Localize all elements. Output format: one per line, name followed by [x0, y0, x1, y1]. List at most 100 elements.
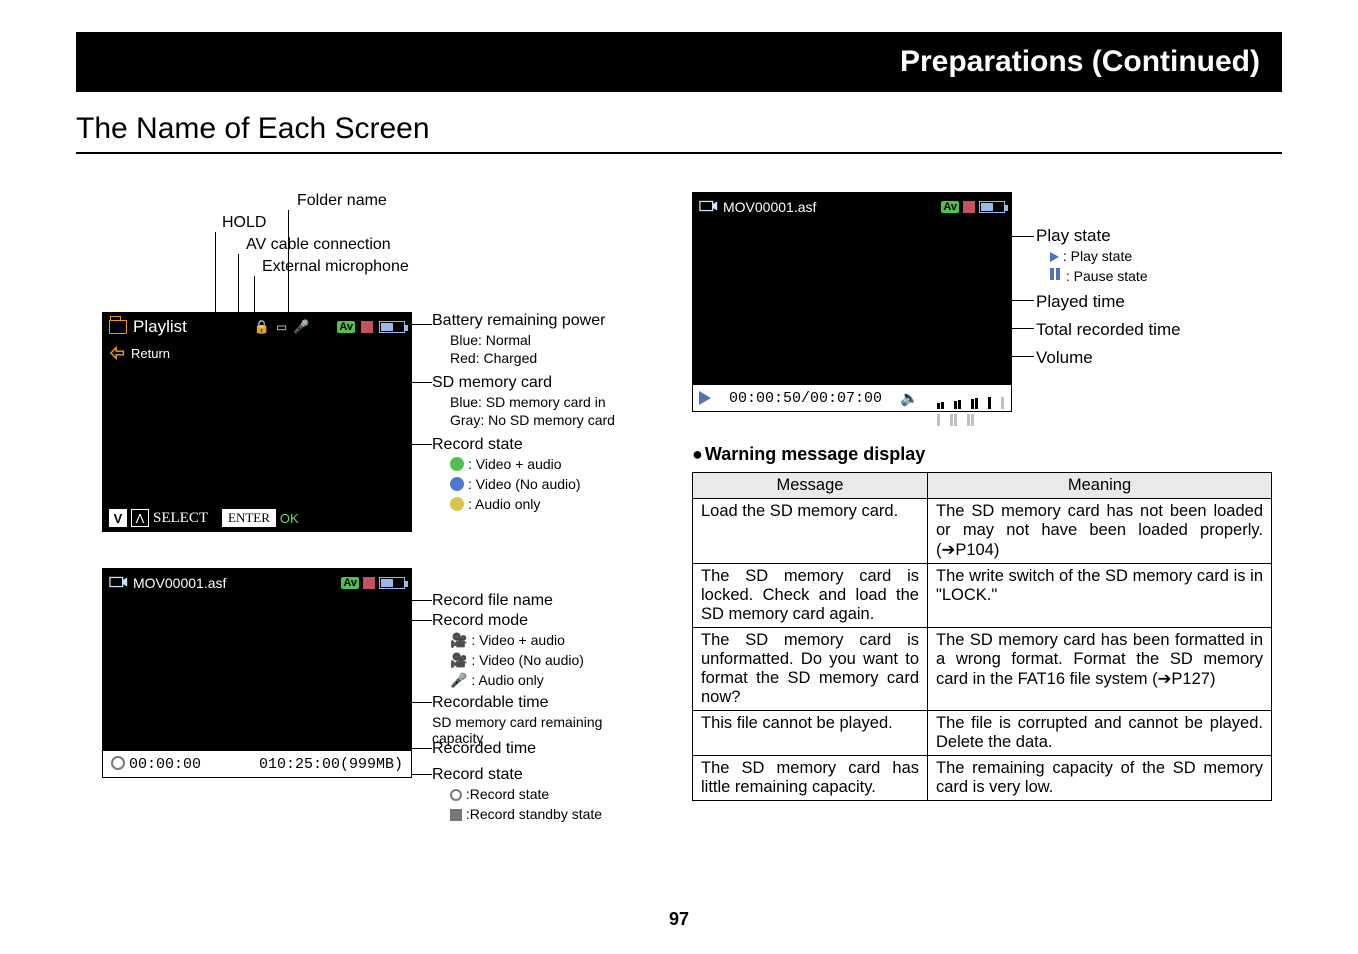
rec-dot-icon	[111, 756, 125, 770]
av-dot-icon	[450, 457, 464, 471]
cam-v-icon: 🎥	[450, 652, 467, 668]
cell-msg: The SD memory card has little remaining …	[693, 756, 928, 801]
battery3-icon	[979, 201, 1005, 213]
label-rs2-standby: :Record standby state	[450, 806, 602, 822]
a-dot-icon	[450, 497, 464, 511]
avout-icon: ▭	[276, 320, 287, 334]
play-time-display: 00:00:50/00:07:00	[729, 390, 882, 407]
cam-va-icon: 🎥	[450, 632, 467, 648]
camera-icon	[109, 574, 129, 593]
label-played-time: Played time	[1036, 292, 1125, 312]
label-av-cable: AV cable connection	[246, 236, 391, 254]
folder-icon	[109, 320, 127, 334]
standby-square-icon	[450, 809, 462, 821]
cell-mean: The write switch of the SD memory card i…	[928, 564, 1272, 628]
table-row: The SD memory card is locked. Check and …	[693, 564, 1272, 628]
folder-text: Playlist	[133, 317, 187, 337]
mic-icon: 🎤	[293, 319, 309, 335]
recmode-icon: Av	[341, 577, 359, 589]
recorded-time-value: 00:00:00	[111, 756, 201, 773]
bullet-icon: ●	[692, 444, 703, 464]
cell-mean: The remaining capacity of the SD memory …	[928, 756, 1272, 801]
table-row: This file cannot be played. The file is …	[693, 711, 1272, 756]
av-badge-icon: Av	[337, 321, 355, 333]
cell-mean: The file is corrupted and cannot be play…	[928, 711, 1272, 756]
table-row: The SD memory card has little remaining …	[693, 756, 1272, 801]
v-dot-icon	[450, 477, 464, 491]
label-folder-name: Folder name	[297, 192, 387, 210]
label-record-state2: Record state	[432, 766, 523, 784]
sdstate-icon	[363, 577, 375, 589]
camera2-icon	[699, 198, 719, 217]
cell-mean: The SD memory card has not been loaded o…	[928, 499, 1272, 564]
play-tri-icon	[1050, 252, 1059, 262]
cell-mean: The SD memory card has been formatted in…	[928, 628, 1272, 711]
label-rm-a: 🎤 : Audio only	[450, 672, 544, 689]
col-meaning: Meaning	[928, 473, 1272, 499]
record-filename: MOV00001.asf	[133, 575, 226, 591]
screen-record: MOV00001.asf Av 00:00:00 010:25:00(999MB…	[102, 568, 412, 778]
warning-table: Message Meaning Load the SD memory card.…	[692, 472, 1272, 801]
label-play-state-play: : Play state	[1050, 248, 1132, 264]
play-sd-icon	[963, 201, 975, 213]
battery-icon	[379, 321, 405, 333]
label-record-state: Record state	[432, 436, 523, 454]
return-row[interactable]: Return	[109, 345, 177, 361]
label-recordable-time: Recordable time	[432, 694, 549, 712]
label-play-state-pause: : Pause state	[1050, 268, 1148, 284]
section-header-title: Preparations (Continued)	[900, 45, 1260, 79]
return-label: Return	[131, 346, 170, 361]
pause-icon	[1050, 268, 1062, 280]
label-battery-blue: Blue: Normal	[450, 332, 531, 348]
rec-outline-icon	[450, 789, 462, 801]
cell-msg: The SD memory card is locked. Check and …	[693, 564, 928, 628]
nav-up-icon[interactable]: Λ	[131, 509, 149, 527]
cell-msg: The SD memory card is unformatted. Do yo…	[693, 628, 928, 711]
label-hold: HOLD	[222, 214, 266, 232]
enter-button[interactable]: ENTER	[222, 509, 276, 527]
label-rs-v: : Video (No audio)	[450, 476, 581, 492]
label-sdcard: SD memory card	[432, 374, 552, 392]
label-rm-va: 🎥 : Video + audio	[450, 632, 565, 649]
screen-playlist: Playlist 🔒 ▭ 🎤 Av Return V Λ SELECT	[102, 312, 412, 532]
warning-heading: ●Warning message display	[692, 444, 925, 465]
speaker-icon: 🔈	[900, 389, 919, 408]
label-rs-a: : Audio only	[450, 496, 540, 512]
label-sdcard-gray: Gray: No SD memory card	[450, 412, 615, 428]
screen-play: MOV00001.asf Av 00:00:50/00:07:00 🔈	[692, 192, 1012, 412]
label-volume: Volume	[1036, 348, 1093, 368]
label-record-mode: Record mode	[432, 612, 528, 630]
section-header: Preparations (Continued)	[76, 32, 1282, 92]
label-battery: Battery remaining power	[432, 312, 605, 330]
col-message: Message	[693, 473, 928, 499]
play-icon[interactable]	[699, 391, 711, 405]
label-record-file-name: Record file name	[432, 592, 553, 610]
label-battery-red: Red: Charged	[450, 350, 537, 366]
recordable-time-value: 010:25:00(999MB)	[259, 756, 403, 773]
ok-label: OK	[280, 511, 299, 526]
page-number: 97	[0, 909, 1358, 930]
label-sdcard-blue: Blue: SD memory card in	[450, 394, 606, 410]
volume-bar[interactable]	[937, 392, 1005, 404]
label-total-rec-time: Total recorded time	[1036, 320, 1181, 340]
label-rs2-rec: :Record state	[450, 786, 549, 802]
label-rs-va: : Video + audio	[450, 456, 562, 472]
table-header-row: Message Meaning	[693, 473, 1272, 499]
nav-down-icon[interactable]: V	[109, 509, 127, 527]
cell-msg: Load the SD memory card.	[693, 499, 928, 564]
table-row: Load the SD memory card. The SD memory c…	[693, 499, 1272, 564]
page-title: The Name of Each Screen	[76, 112, 1282, 154]
label-recorded-time: Recorded time	[432, 740, 536, 758]
cell-msg: This file cannot be played.	[693, 711, 928, 756]
label-rm-v: 🎥 : Video (No audio)	[450, 652, 584, 669]
play-filename: MOV00001.asf	[723, 199, 816, 215]
recstate-icon	[361, 321, 373, 333]
label-play-state: Play state	[1036, 226, 1111, 246]
mic-a-icon: 🎤	[450, 672, 467, 688]
select-label: SELECT	[153, 510, 208, 527]
play-av-icon: Av	[941, 201, 959, 213]
hold-icon: 🔒	[254, 319, 270, 335]
label-ext-mic: External microphone	[262, 258, 409, 276]
table-row: The SD memory card is unformatted. Do yo…	[693, 628, 1272, 711]
battery2-icon	[379, 577, 405, 589]
